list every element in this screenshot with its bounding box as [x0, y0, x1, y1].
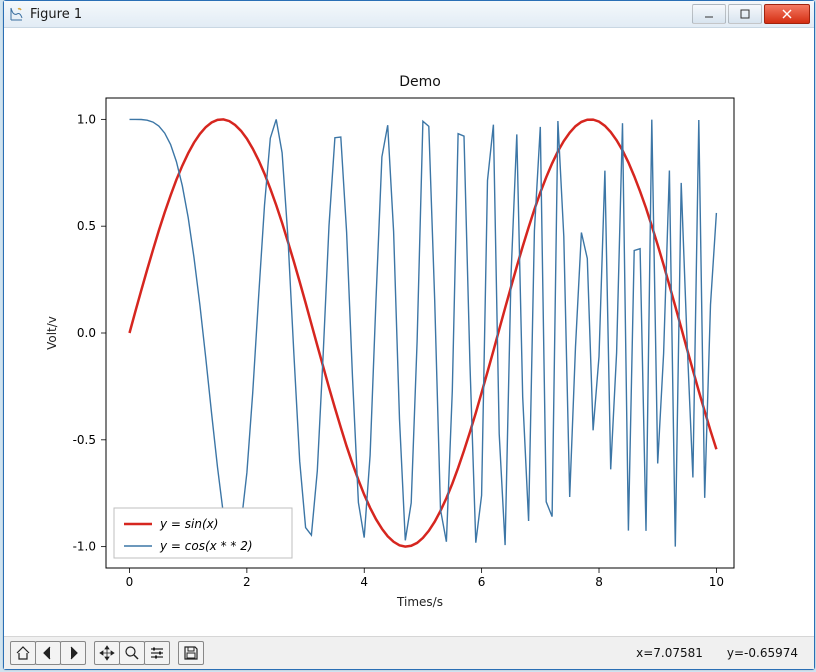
x-tick-label: 10: [709, 575, 724, 589]
y-axis-label: Volt/v: [45, 316, 59, 350]
cursor-x: x=7.07581: [636, 646, 703, 660]
save-icon: [183, 645, 199, 661]
chart-svg: Demo 0 2 4 6 8 10 Times/s -1.0 -0.5 0.0 0.5 1.0 Volt/…: [4, 28, 814, 636]
minimize-icon: [704, 9, 714, 19]
titlebar[interactable]: Figure 1: [4, 1, 814, 28]
cursor-readout: x=7.07581 y=-0.65974: [636, 646, 808, 660]
x-tick-label: 0: [126, 575, 134, 589]
minimize-button[interactable]: [692, 4, 726, 24]
figure-window: Figure 1 Demo 0 2 4 6 8 10 Times/s -1.0 -0.5 0.0 0.…: [3, 0, 815, 670]
x-tick-label: 8: [595, 575, 603, 589]
series-line: [130, 119, 717, 546]
y-tick-label: -0.5: [73, 433, 96, 447]
maximize-icon: [740, 9, 750, 19]
y-tick-label: 0.0: [77, 326, 96, 340]
x-tick-label: 6: [478, 575, 486, 589]
zoom-icon: [124, 645, 140, 661]
window-buttons: [692, 4, 810, 24]
back-button[interactable]: [35, 641, 61, 665]
y-tick-label: 0.5: [77, 219, 96, 233]
save-button[interactable]: [178, 641, 204, 665]
configure-button[interactable]: [144, 641, 170, 665]
zoom-button[interactable]: [119, 641, 145, 665]
close-icon: [782, 9, 792, 19]
forward-icon: [65, 645, 81, 661]
legend-label: y = cos(x * * 2): [159, 539, 253, 553]
nav-toolbar: x=7.07581 y=-0.65974: [4, 636, 814, 669]
home-button[interactable]: [10, 641, 36, 665]
app-icon: [8, 6, 24, 22]
sliders-icon: [149, 645, 165, 661]
forward-button[interactable]: [60, 641, 86, 665]
y-tick-label: -1.0: [73, 540, 96, 554]
cursor-y: y=-0.65974: [727, 646, 798, 660]
pan-icon: [99, 645, 115, 661]
maximize-button[interactable]: [728, 4, 762, 24]
plot-canvas[interactable]: Demo 0 2 4 6 8 10 Times/s -1.0 -0.5 0.0 0.5 1.0 Volt/…: [4, 28, 814, 636]
legend-label: y = sin(x): [159, 517, 218, 531]
y-tick-label: 1.0: [77, 112, 96, 126]
x-axis-label: Times/s: [396, 595, 443, 609]
home-icon: [15, 645, 31, 661]
pan-button[interactable]: [94, 641, 120, 665]
close-button[interactable]: [764, 4, 810, 24]
x-tick-label: 2: [243, 575, 251, 589]
back-icon: [40, 645, 56, 661]
window-title: Figure 1: [30, 7, 692, 22]
chart-title: Demo: [399, 74, 441, 90]
x-tick-label: 4: [360, 575, 368, 589]
